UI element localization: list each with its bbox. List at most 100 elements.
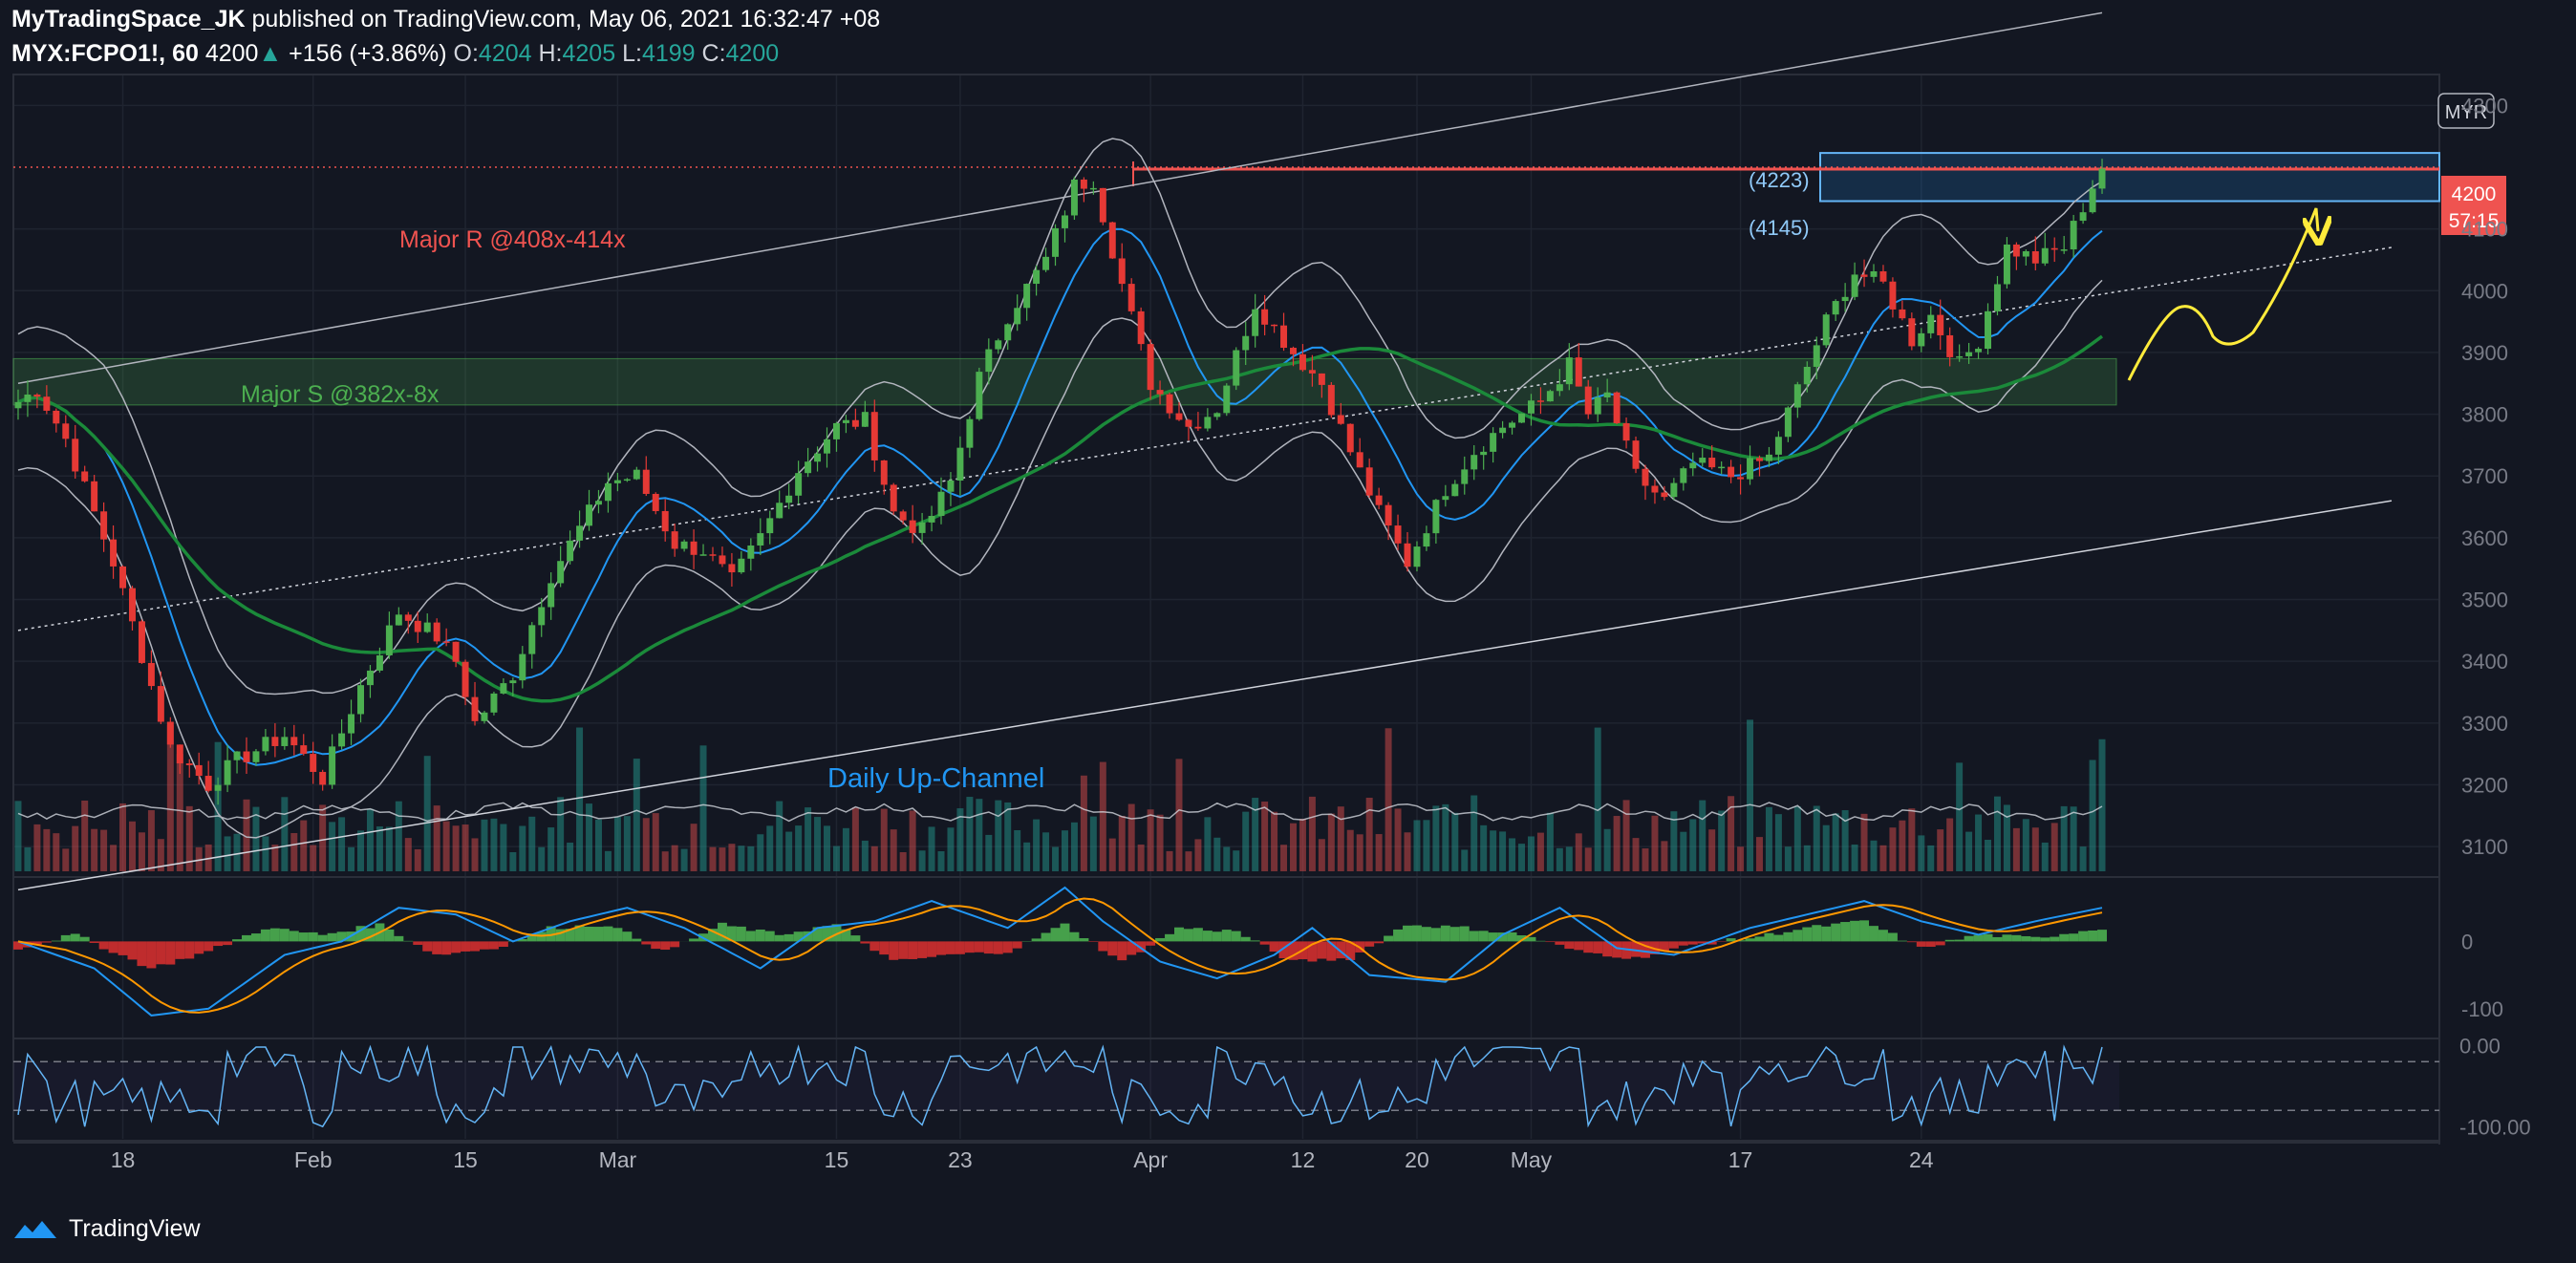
macd-histogram-bar (51, 940, 61, 942)
macd-histogram-bar (1031, 938, 1041, 942)
candle-body (1337, 415, 1344, 424)
volume-bar (547, 827, 555, 871)
candle-body (928, 516, 935, 523)
macd-histogram-bar (204, 941, 214, 952)
candle-body (1509, 422, 1516, 428)
volume-bar (1194, 839, 1202, 871)
candle-body (2050, 247, 2058, 250)
volume-bar (452, 825, 460, 871)
volume-bar (699, 745, 707, 871)
volume-bar (1480, 824, 1488, 871)
volume-bar (214, 741, 222, 871)
macd-tick-label: -100 (2461, 997, 2503, 1021)
volume-bar (72, 825, 79, 871)
volume-bar (1080, 775, 1087, 871)
price-tick-label: 3500 (2461, 589, 2508, 612)
candle-body (680, 541, 688, 549)
volume-bar (385, 826, 393, 871)
volume-bar (43, 828, 51, 871)
candle-body (462, 661, 469, 697)
volume-bar (81, 800, 89, 871)
volume-bar (310, 845, 317, 871)
williams-tick-label: -100.00 (2459, 1115, 2531, 1139)
macd-histogram-bar (1887, 932, 1898, 942)
macd-histogram-bar (1146, 941, 1156, 946)
price-tick-label: 3700 (2461, 464, 2508, 488)
volume-bar (1099, 761, 1106, 871)
candle-body (995, 340, 1002, 350)
macd-histogram-bar (1821, 926, 1832, 942)
volume-bar (414, 848, 421, 871)
candle-body (1089, 187, 1097, 190)
macd-histogram-bar (1060, 923, 1070, 942)
macd-histogram-bar (1792, 930, 1803, 942)
macd-histogram-bar (1668, 941, 1679, 949)
candle-body (1108, 222, 1116, 259)
macd-histogram-bar (1916, 941, 1926, 947)
macd-histogram-bar (603, 926, 613, 942)
volume-bar (928, 826, 935, 871)
macd-histogram-bar (2069, 933, 2079, 942)
candle-body (976, 372, 983, 419)
candle-body (1470, 455, 1478, 470)
candle-body (1242, 335, 1250, 351)
candle-body (1404, 543, 1411, 567)
macd-histogram-bar (1925, 941, 1936, 947)
volume-bar (1870, 840, 1878, 871)
volume-bar (1813, 805, 1820, 871)
volume-bar (1985, 839, 1991, 871)
macd-histogram-bar (79, 936, 90, 942)
macd-histogram-bar (1430, 928, 1441, 942)
footer-brand[interactable]: TradingView (11, 1211, 201, 1246)
volume-bar (680, 848, 688, 871)
volume-bar (1737, 846, 1745, 871)
volume-bar (633, 759, 640, 871)
time-tick-label: 15 (825, 1147, 849, 1172)
candle-body (528, 625, 536, 654)
candle-body (1937, 314, 1944, 335)
macd-histogram-bar (1555, 941, 1565, 945)
macd-histogram-bar (1259, 941, 1270, 945)
macd-histogram-bar (298, 932, 309, 942)
candle-body (795, 473, 803, 496)
volume-bar (1385, 728, 1392, 871)
candle-body (1993, 284, 2001, 311)
candle-body (1546, 391, 1554, 402)
candle-body (91, 481, 98, 512)
macd-histogram-bar (1240, 936, 1251, 942)
volume-bar (138, 832, 145, 871)
candle-body (937, 491, 945, 517)
volume-bar (490, 818, 498, 871)
candle-body (613, 480, 621, 483)
price-tick-label: 3900 (2461, 341, 2508, 365)
volume-bar (1632, 838, 1640, 871)
macd-histogram-bar (1212, 931, 1222, 942)
price-tick-label: 4300 (2461, 94, 2508, 118)
macd-histogram-bar (1231, 931, 1241, 942)
macd-histogram-bar (1507, 931, 1517, 942)
macd-histogram-bar (1687, 941, 1698, 945)
volume-bar (1290, 823, 1297, 871)
candle-body (1490, 433, 1497, 452)
macd-histogram-bar (70, 933, 80, 942)
macd-histogram-bar (1069, 931, 1080, 942)
macd-histogram-bar (146, 941, 157, 969)
volume-bar (1461, 849, 1469, 871)
candle-body (500, 683, 507, 694)
macd-histogram-bar (413, 941, 423, 945)
price-tick-label: 3800 (2461, 403, 2508, 427)
volume-bar (1689, 819, 1697, 871)
volume-bar (890, 829, 897, 871)
price-tick-label: 4100 (2461, 218, 2508, 242)
macd-histogram-bar (1478, 931, 1489, 942)
volume-bar (519, 825, 526, 871)
candle-body (262, 737, 269, 752)
macd-histogram-bar (1954, 939, 1964, 942)
time-tick-label: 15 (453, 1147, 478, 1172)
candle-body (1451, 483, 1459, 497)
macd-histogram-bar (403, 940, 414, 942)
volume-bar (281, 797, 289, 871)
chart-canvas[interactable]: Major R @408x-414x Major S @382x-8x Dail… (0, 0, 2576, 1263)
volume-bar (528, 816, 536, 871)
volume-bar (985, 834, 993, 871)
